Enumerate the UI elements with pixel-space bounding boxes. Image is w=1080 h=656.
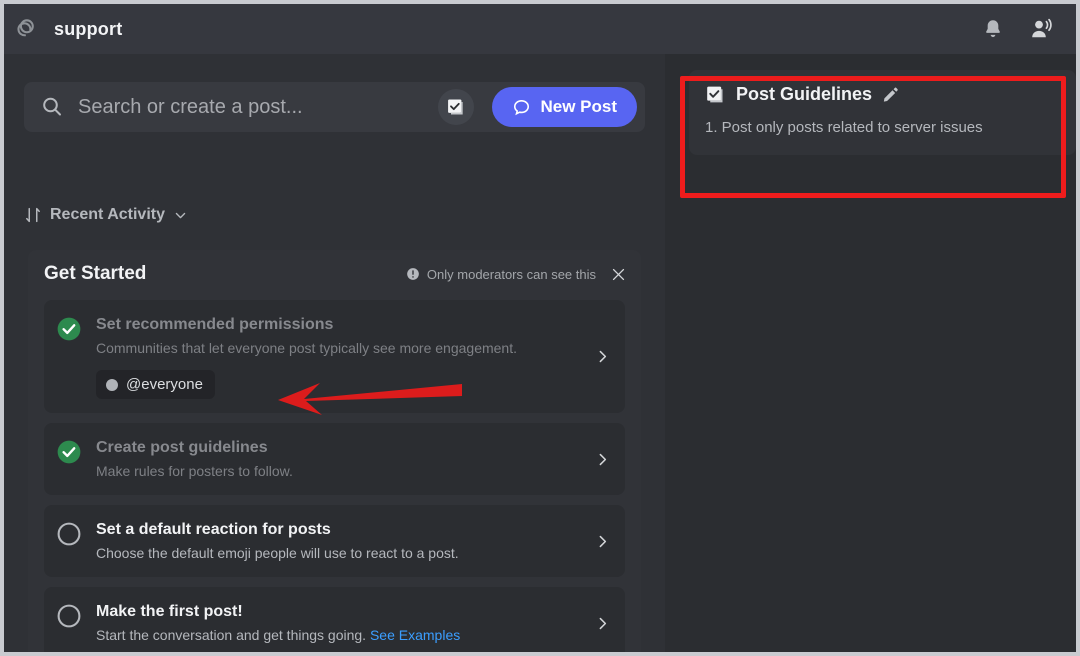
sort-label: Recent Activity <box>50 206 165 223</box>
app-window: support Search or create a post... New P… <box>4 4 1076 652</box>
sort-arrows-icon <box>24 206 42 224</box>
search-input[interactable] <box>78 95 439 119</box>
empty-circle-icon <box>56 603 82 629</box>
task-body: Set a default reaction for posts Choose … <box>96 519 584 563</box>
bell-icon[interactable] <box>980 16 1006 42</box>
post-guidelines-header: Post Guidelines <box>705 84 1060 105</box>
header-actions <box>980 16 1054 42</box>
moderators-note: Only moderators can see this <box>406 267 596 282</box>
task-description: Start the conversation and get things go… <box>96 625 584 645</box>
task-create-post-guidelines[interactable]: Create post guidelines Make rules for po… <box>44 423 625 495</box>
close-icon[interactable] <box>610 266 627 283</box>
task-body: Create post guidelines Make rules for po… <box>96 437 584 481</box>
task-description: Make rules for posters to follow. <box>96 463 293 479</box>
sidebar-pane: Post Guidelines 1. Post only posts relat… <box>665 54 1076 652</box>
get-started-card: Get Started Only moderators can see this <box>28 250 641 652</box>
post-guidelines-rule: 1. Post only posts related to server iss… <box>705 119 983 136</box>
clipboard-check-icon <box>448 99 464 115</box>
channel-header: support <box>4 4 1076 54</box>
new-post-button[interactable]: New Post <box>492 87 637 127</box>
task-body: Make the first post! Start the conversat… <box>96 601 584 645</box>
role-color-dot <box>106 378 118 391</box>
chevron-right-icon[interactable] <box>594 348 611 365</box>
task-make-first-post[interactable]: Make the first post! Start the conversat… <box>44 587 625 652</box>
clipboard-check-icon <box>705 84 726 105</box>
task-body: Set recommended permissions Communities … <box>96 314 584 399</box>
search-bar[interactable]: New Post <box>24 82 645 132</box>
chevron-right-icon[interactable] <box>594 615 611 632</box>
members-icon[interactable] <box>1028 16 1054 42</box>
task-set-recommended-permissions[interactable]: Set recommended permissions Communities … <box>44 300 625 413</box>
info-icon <box>406 267 420 281</box>
search-icon <box>40 95 64 119</box>
forum-channel-icon <box>16 16 42 42</box>
task-title: Create post guidelines <box>96 439 268 456</box>
guidelines-toggle-button[interactable] <box>438 89 475 125</box>
chevron-down-icon <box>173 208 188 223</box>
task-list: Set recommended permissions Communities … <box>28 298 641 652</box>
chevron-right-icon[interactable] <box>594 533 611 550</box>
task-title: Set a default reaction for posts <box>96 521 331 538</box>
post-guidelines-title: Post Guidelines <box>736 84 873 104</box>
task-description: Communities that let everyone post typic… <box>96 340 517 356</box>
empty-circle-icon <box>56 521 82 547</box>
pencil-icon[interactable] <box>882 86 899 103</box>
chat-bubble-icon <box>512 98 531 117</box>
task-description-text: Start the conversation and get things go… <box>96 627 367 643</box>
task-description: Choose the default emoji people will use… <box>96 545 459 561</box>
channel-title: support <box>54 18 123 39</box>
task-title: Make the first post! <box>96 603 243 620</box>
new-post-label: New Post <box>540 97 617 116</box>
moderators-note-text: Only moderators can see this <box>426 266 596 282</box>
task-title: Set recommended permissions <box>96 316 334 333</box>
see-examples-link[interactable]: See Examples <box>370 627 460 643</box>
check-circle-icon <box>56 316 82 342</box>
post-guidelines-card[interactable]: Post Guidelines 1. Post only posts relat… <box>689 70 1076 155</box>
posts-pane: New Post Recent Activity Get Started <box>4 54 665 652</box>
chevron-right-icon[interactable] <box>594 451 611 468</box>
get-started-title: Get Started <box>44 263 147 284</box>
get-started-header: Get Started Only moderators can see this <box>28 250 641 298</box>
check-circle-icon <box>56 439 82 465</box>
role-name: @everyone <box>126 376 203 393</box>
role-pill-everyone[interactable]: @everyone <box>96 370 215 399</box>
sort-control[interactable]: Recent Activity <box>24 206 188 224</box>
task-set-default-reaction[interactable]: Set a default reaction for posts Choose … <box>44 505 625 577</box>
